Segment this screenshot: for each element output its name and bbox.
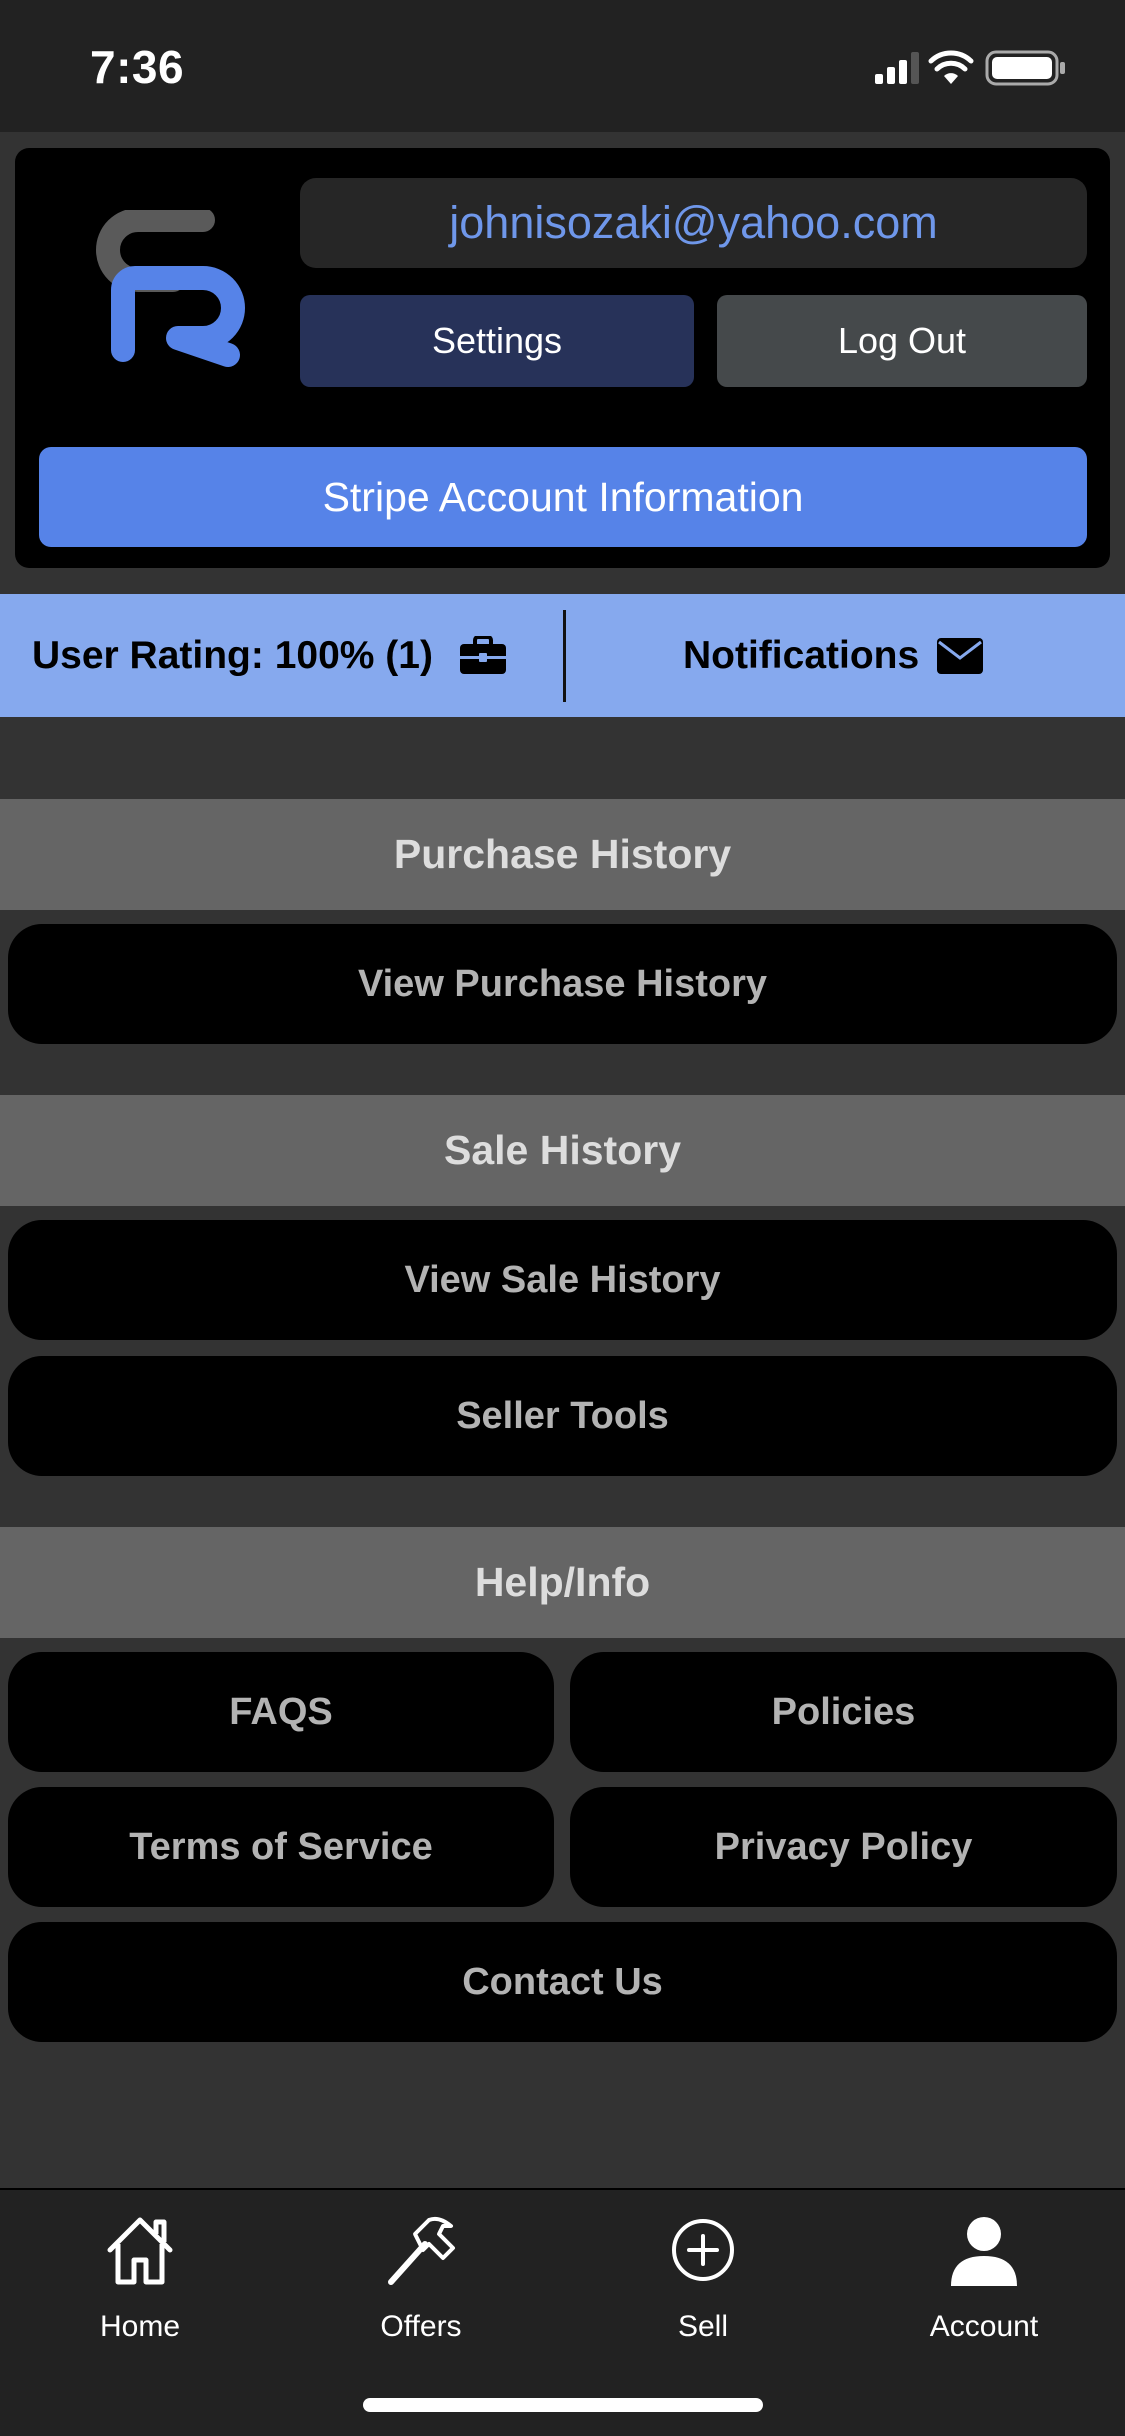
tab-sell-label: Sell: [677, 2310, 729, 2343]
contact-us-button[interactable]: Contact Us: [8, 1922, 1117, 2042]
home-indicator[interactable]: [363, 2398, 763, 2412]
logout-button[interactable]: Log Out: [717, 295, 1087, 387]
tab-home-label: Home: [99, 2310, 181, 2343]
faqs-button[interactable]: FAQS: [8, 1652, 554, 1772]
stripe-account-button[interactable]: Stripe Account Information: [39, 447, 1087, 547]
status-indicators-icon: [875, 50, 1065, 86]
sale-history-header: Sale History: [0, 1095, 1125, 1206]
account-header-card: johnisozaki@yahoo.com Settings Log Out S…: [15, 148, 1110, 568]
view-purchase-history-button[interactable]: View Purchase History: [8, 924, 1117, 1044]
notifications-button[interactable]: Notifications: [683, 594, 984, 717]
tab-account-label: Account: [929, 2310, 1039, 2343]
tab-offers[interactable]: Offers: [321, 2210, 521, 2344]
view-sale-history-button[interactable]: View Sale History: [8, 1220, 1117, 1340]
app-logo: [83, 208, 273, 380]
status-icons: [875, 48, 1085, 88]
briefcase-icon: [459, 635, 507, 676]
hammer-icon: [321, 2210, 521, 2290]
seller-tools-button[interactable]: Seller Tools: [8, 1356, 1117, 1476]
purchase-history-header: Purchase History: [0, 799, 1125, 910]
home-icon: [40, 2210, 240, 2290]
status-time: 7:36: [90, 41, 185, 93]
help-info-header: Help/Info: [0, 1527, 1125, 1638]
settings-button[interactable]: Settings: [300, 295, 694, 387]
envelope-icon: [937, 637, 984, 674]
tab-sell[interactable]: Sell: [603, 2210, 803, 2344]
rating-divider: [563, 610, 566, 702]
privacy-policy-button[interactable]: Privacy Policy: [570, 1787, 1117, 1907]
policies-button[interactable]: Policies: [570, 1652, 1117, 1772]
tab-account[interactable]: Account: [884, 2210, 1084, 2344]
tab-offers-label: Offers: [380, 2310, 462, 2343]
person-icon: [884, 2210, 1084, 2290]
account-screen: 7:36 johnisozaki@yahoo.com Settings Log …: [0, 0, 1125, 2436]
user-rating-label: User Rating: 100% (1): [32, 633, 433, 677]
status-bar: 7:36: [0, 0, 1125, 132]
tab-home[interactable]: Home: [40, 2210, 240, 2344]
user-rating[interactable]: User Rating: 100% (1): [32, 594, 507, 717]
rating-bar: User Rating: 100% (1) Notifications: [0, 594, 1125, 717]
notifications-label: Notifications: [683, 633, 920, 677]
account-email: johnisozaki@yahoo.com: [300, 178, 1087, 268]
plus-circle-icon: [603, 2210, 803, 2290]
terms-of-service-button[interactable]: Terms of Service: [8, 1787, 554, 1907]
